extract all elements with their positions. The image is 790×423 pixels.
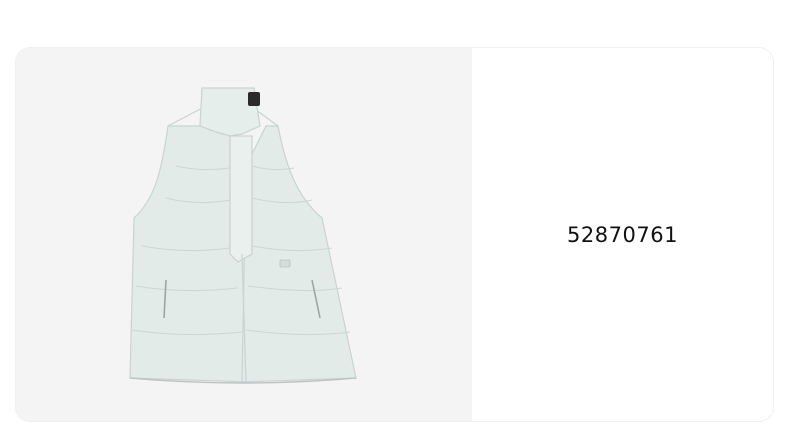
product-card[interactable]: 52870761	[16, 48, 773, 421]
product-info: 52870761	[472, 48, 773, 421]
brand-logo	[248, 92, 260, 106]
vest-illustration	[129, 87, 357, 384]
product-id: 52870761	[567, 222, 678, 247]
product-image[interactable]	[16, 48, 472, 421]
